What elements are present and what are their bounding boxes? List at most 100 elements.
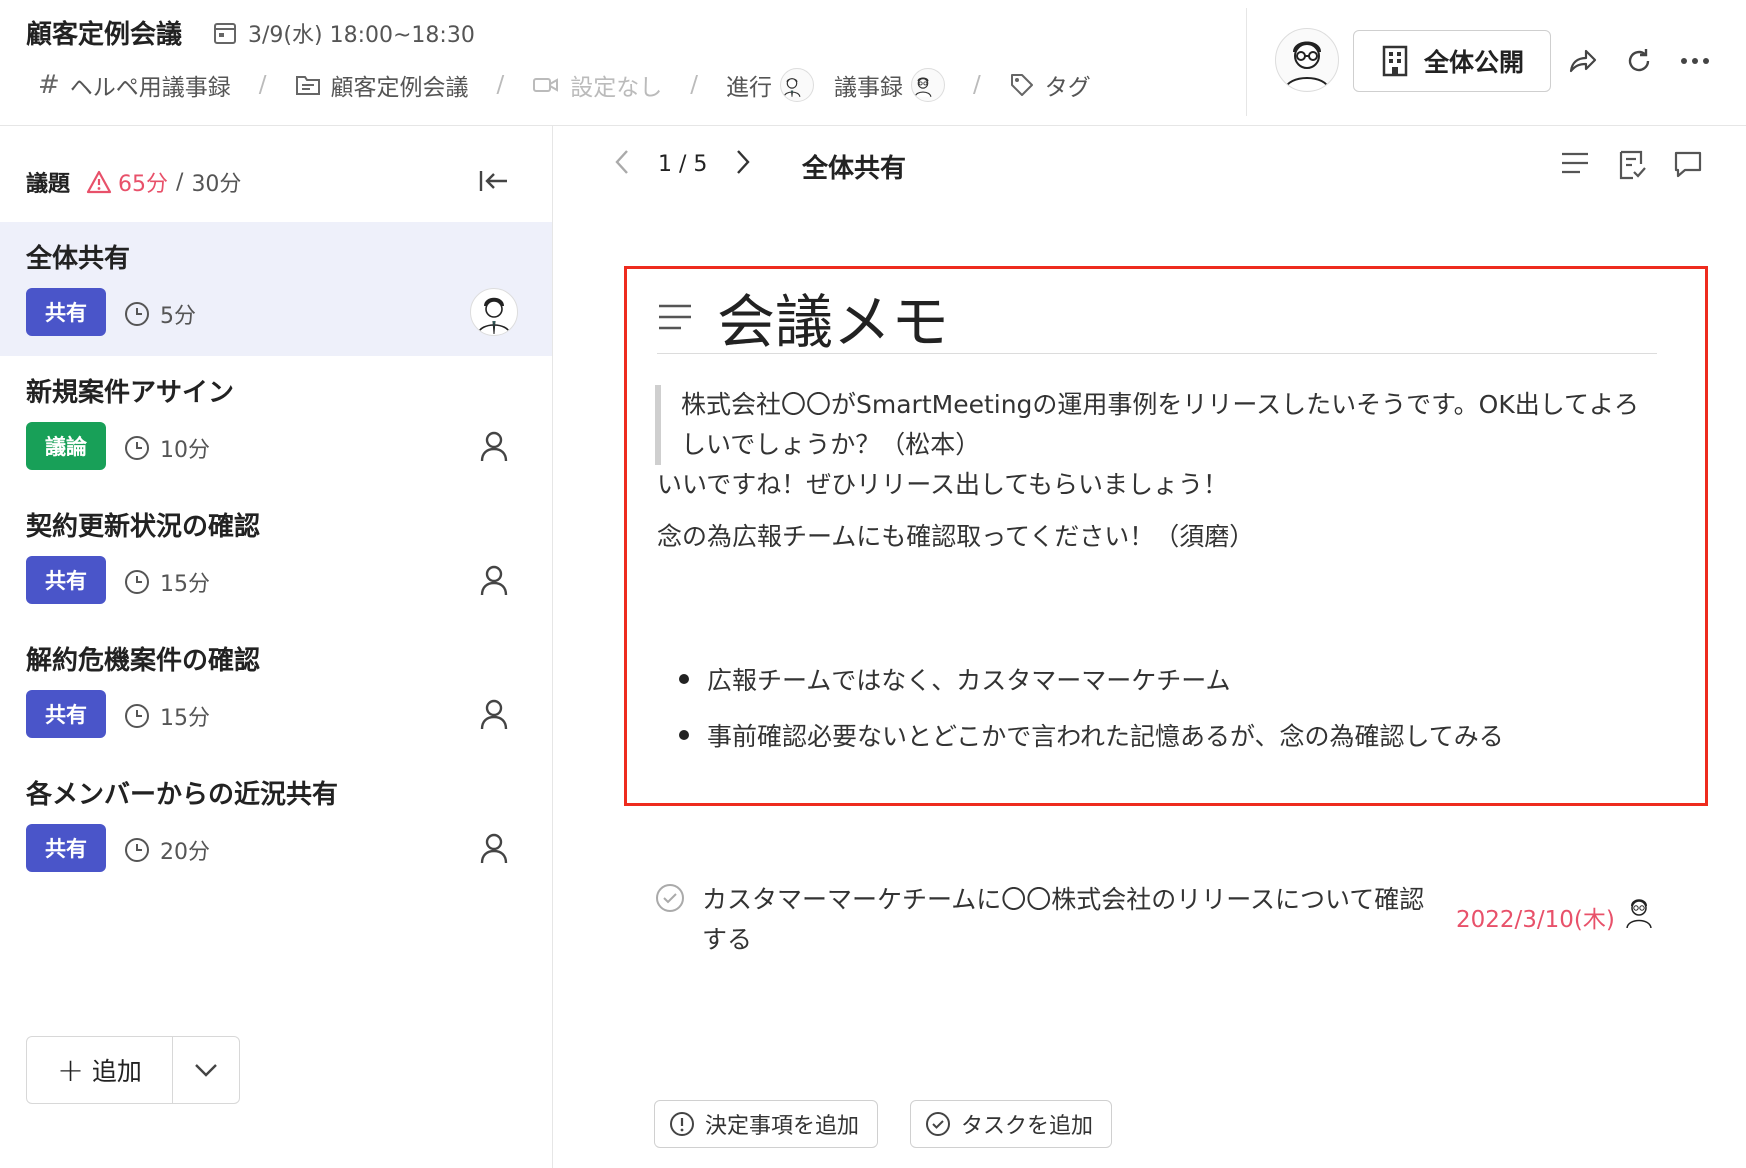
total-time: 65分 (118, 172, 169, 197)
meeting-memo-section: 会議メモ 株式会社〇〇がSmartMeetingの運用事例をリリースしたいそうで… (624, 266, 1708, 806)
tag-label: タグ (1044, 75, 1091, 101)
user-avatar[interactable] (1275, 28, 1339, 92)
clock-icon (125, 436, 149, 460)
facilitator-field[interactable]: 進行 (726, 68, 815, 102)
agenda-item-title: 新規案件アサイン (26, 378, 235, 408)
folder-label: 顧客定例会議 (330, 75, 469, 101)
minutes-taker-avatar[interactable] (911, 68, 946, 102)
share-icon[interactable] (1566, 44, 1600, 78)
meeting-title[interactable]: 顧客定例会議 (26, 14, 182, 51)
chevron-left-icon[interactable] (612, 148, 632, 180)
agenda-type-badge: 共有 (26, 690, 106, 738)
page-indicator: 1 / 5 (658, 151, 708, 177)
add-decision-button[interactable]: 決定事項を追加 (654, 1100, 879, 1148)
clock-icon (125, 838, 149, 862)
check-circle-icon (926, 1112, 950, 1136)
list-item[interactable]: 事前確認必要ないとどこかで言われた記憶あるが、念の為確認してみる (679, 707, 1504, 763)
agenda-item-title: 全体共有 (26, 244, 131, 274)
task-list-icon[interactable] (1617, 150, 1647, 184)
add-agenda-group: + 追加 (26, 1036, 240, 1104)
memo-divider (657, 353, 1657, 354)
agenda-heading: 議題 (26, 172, 71, 197)
minutes-taker-field[interactable]: 議事録 (834, 68, 946, 102)
task-text: カスタマーマーケチームに〇〇株式会社のリリースについて確認する (702, 885, 1425, 954)
meta-divider: / (258, 72, 267, 98)
add-decision-label: 決定事項を追加 (705, 1114, 860, 1139)
memo-quote[interactable]: 株式会社〇〇がSmartMeetingの運用事例をリリースしたいそうです。OK出… (655, 385, 1659, 465)
memo-bullet-list: 広報チームではなく、カスタマーマーケチーム 事前確認必要ないとどこかで言われた記… (679, 651, 1504, 763)
list-item-text: 広報チームではなく、カスタマーマーケチーム (707, 666, 1231, 695)
list-icon[interactable] (1560, 150, 1590, 180)
add-task-label: タスクを追加 (961, 1114, 1094, 1139)
exclamation-circle-icon (670, 1112, 694, 1136)
agenda-duration-text: 20分 (160, 840, 210, 865)
check-circle-icon[interactable] (654, 882, 686, 918)
building-icon (1382, 45, 1408, 77)
memo-paragraph[interactable]: 念の為広報チームにも確認取ってください！（須磨） (657, 517, 1254, 553)
agenda-duration[interactable]: 15分 (124, 700, 210, 732)
agenda-duration[interactable]: 20分 (124, 834, 210, 866)
agenda-duration-text: 10分 (160, 438, 210, 463)
meeting-header: 顧客定例会議 3/9(水) 18:00~18:30 # ヘルペ用議事録 / 顧客… (0, 0, 1746, 126)
agenda-sidebar: 議題 65分 / 30分 全体共有 共有 5分 新規案件アサイン 議論 10分 (0, 126, 553, 1168)
collapse-sidebar-icon[interactable] (478, 168, 510, 198)
agenda-type-badge: 共有 (26, 824, 106, 872)
agenda-item[interactable]: 契約更新状況の確認 共有 15分 (0, 490, 552, 624)
person-icon[interactable] (470, 690, 518, 738)
text-lines-icon (659, 304, 691, 330)
folder-icon (295, 76, 320, 95)
meta-divider: / (496, 72, 505, 98)
chevron-right-icon[interactable] (733, 148, 753, 180)
task-due-date[interactable]: 2022/3/10(木) (1456, 900, 1615, 934)
video-icon (533, 78, 559, 92)
agenda-type-badge: 共有 (26, 288, 106, 336)
agenda-type-badge: 共有 (26, 556, 106, 604)
person-icon[interactable] (470, 556, 518, 604)
refresh-icon[interactable] (1622, 44, 1656, 78)
task-assignee-avatar[interactable] (1622, 894, 1656, 929)
memo-heading: 会議メモ (717, 288, 950, 356)
bullet-dot (679, 674, 689, 684)
tag-field[interactable]: タグ (1009, 68, 1091, 102)
total-time-warning: 65分 (86, 166, 168, 198)
meeting-date-text: 3/9(水) 18:00~18:30 (248, 22, 475, 48)
add-task-button[interactable]: タスクを追加 (910, 1100, 1113, 1148)
visibility-button[interactable]: 全体公開 (1353, 30, 1551, 92)
agenda-item[interactable]: 全体共有 共有 5分 (0, 222, 552, 356)
meeting-date[interactable]: 3/9(水) 18:00~18:30 (212, 17, 475, 49)
agenda-item[interactable]: 新規案件アサイン 議論 10分 (0, 356, 552, 490)
agenda-title: 全体共有 (802, 154, 907, 184)
add-agenda-dropdown[interactable] (173, 1037, 239, 1103)
add-agenda-button[interactable]: + 追加 (27, 1037, 173, 1103)
person-icon[interactable] (470, 824, 518, 872)
list-item[interactable]: 広報チームではなく、カスタマーマーケチーム (679, 651, 1504, 707)
agenda-item[interactable]: 各メンバーからの近況共有 共有 20分 (0, 758, 552, 892)
plus-icon: + (57, 1051, 84, 1089)
agenda-assignee-avatar[interactable] (470, 288, 518, 336)
meta-divider: / (973, 72, 981, 98)
agenda-duration[interactable]: 10分 (124, 432, 210, 464)
meeting-meta-row: # ヘルペ用議事録 / 顧客定例会議 / 設定なし / 進行 議事録 / タグ (38, 68, 1091, 102)
agenda-item-title: 各メンバーからの近況共有 (26, 780, 339, 810)
agenda-item[interactable]: 解約危機案件の確認 共有 15分 (0, 624, 552, 758)
time-divider: / (176, 169, 184, 195)
person-icon[interactable] (470, 422, 518, 470)
comment-icon[interactable] (1673, 150, 1703, 184)
channel-link[interactable]: # ヘルペ用議事録 (38, 68, 231, 102)
agenda-duration[interactable]: 5分 (124, 298, 196, 330)
video-label: 設定なし (570, 75, 663, 101)
meta-divider: / (690, 72, 699, 98)
agenda-duration[interactable]: 15分 (124, 566, 210, 598)
bullet-dot (679, 730, 689, 740)
facilitator-avatar[interactable] (780, 68, 815, 102)
clock-icon (125, 570, 149, 594)
folder-link[interactable]: 顧客定例会議 (295, 68, 469, 102)
more-icon[interactable] (1678, 44, 1712, 78)
calendar-icon (214, 22, 237, 44)
hash-icon: # (38, 70, 60, 100)
visibility-label: 全体公開 (1423, 48, 1524, 77)
agenda-pager: 1 / 5 (612, 148, 753, 180)
video-setting[interactable]: 設定なし (532, 68, 662, 102)
memo-paragraph[interactable]: いいですね！ぜひリリース出してもらいましょう！ (657, 465, 1228, 501)
minutes-taker-label: 議事録 (834, 75, 904, 101)
